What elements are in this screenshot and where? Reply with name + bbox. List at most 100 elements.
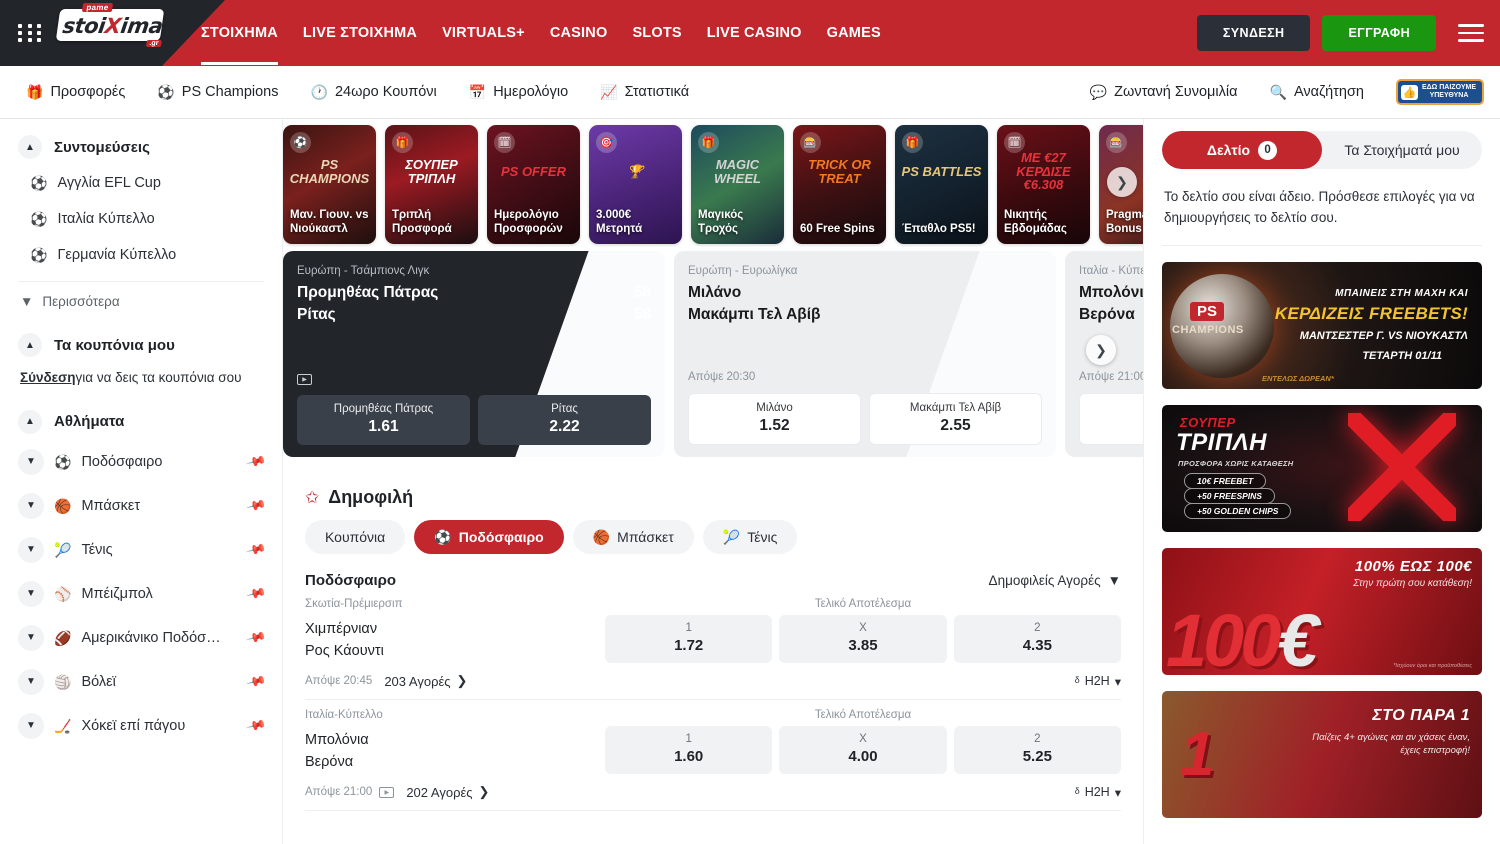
promo-card[interactable]: TRICK OR TREAT🎰60 Free Spins xyxy=(793,125,886,244)
subnav-item-calendar[interactable]: 📅 Ημερολόγιο xyxy=(469,84,568,100)
h2h-toggle[interactable]: ᵟH2H▾ xyxy=(1075,674,1121,689)
promo-card[interactable]: ΜΕ €27 ΚΕΡΔΙΣΕ €6.308🗓Νικητής Εβδομάδας xyxy=(997,125,1090,244)
promo-banner-welcome-bonus[interactable]: 100€ 100% ΕΩΣ 100€ Στην πρώτη σου κατάθε… xyxy=(1162,548,1482,675)
sidebar-item-football[interactable]: ▼ ⚽ Ποδόσφαιρο 📌 xyxy=(18,440,264,484)
nav-item-slots[interactable]: SLOTS xyxy=(632,25,681,41)
nav-item-live-casino[interactable]: LIVE CASINO xyxy=(707,25,802,41)
sidebar-item-american-football[interactable]: ▼ 🏈 Αμερικάνικο Ποδόσ… 📌 xyxy=(18,616,264,660)
pin-icon[interactable]: 📌 xyxy=(245,495,267,517)
pin-icon[interactable]: 📌 xyxy=(245,627,267,649)
pin-icon[interactable]: 📌 xyxy=(245,671,267,693)
markets-count-link[interactable]: 203 Αγορές❯ xyxy=(384,673,467,689)
pin-icon[interactable]: 📌 xyxy=(245,451,267,473)
sidebar-item-basketball[interactable]: ▼ 🏀 Μπάσκετ 📌 xyxy=(18,484,264,528)
promo-card[interactable]: PS CHAMPIONS⚽Μαν. Γιουν. vs Νιούκαστλ xyxy=(283,125,376,244)
match-row[interactable]: Ιταλία-ΚύπελλοΜπολόνιαΒερόναΤελικό Αποτέ… xyxy=(305,700,1121,811)
sidebar-item-ice-hockey[interactable]: ▼ 🏒 Χόκεϊ επί πάγου 📌 xyxy=(18,704,264,748)
chevron-down-icon[interactable]: ▼ xyxy=(18,713,44,739)
promo-type-icon: 🎯 xyxy=(596,132,617,153)
odd-button[interactable]: Μιλάνο1.52 xyxy=(688,393,861,445)
odd-button[interactable]: X4.00 xyxy=(779,726,946,774)
sidebar-item-volleyball[interactable]: ▼ 🏐 Βόλεϊ 📌 xyxy=(18,660,264,704)
pin-icon[interactable]: 📌 xyxy=(245,539,267,561)
sports-section-header[interactable]: ▲ Αθλήματα xyxy=(18,410,264,434)
site-logo[interactable]: pame stoiXima .gr xyxy=(58,9,166,57)
sidebar-item-baseball[interactable]: ▼ ⚾ Μπέιζμπολ 📌 xyxy=(18,572,264,616)
subnav-label-offers: Προσφορές xyxy=(50,84,125,100)
row-start-time: Απόψε 21:00 xyxy=(305,786,372,798)
promo-carousel[interactable]: PS CHAMPIONS⚽Μαν. Γιουν. vs ΝιούκαστλΣΟΥ… xyxy=(283,119,1143,247)
odd-button[interactable]: 11.72 xyxy=(605,615,772,663)
chevron-down-icon[interactable]: ▼ xyxy=(18,493,44,519)
promo-card[interactable]: PS BATTLES🎁Έπαθλο PS5! xyxy=(895,125,988,244)
odd-button[interactable]: X3.85 xyxy=(779,615,946,663)
nav-item-virtuals[interactable]: VIRTUALS+ xyxy=(442,25,525,41)
pin-icon[interactable]: 📌 xyxy=(245,583,267,605)
nav-item-games[interactable]: GAMES xyxy=(827,25,881,41)
coupons-login-link[interactable]: Σύνδεση xyxy=(20,370,76,385)
h2h-toggle[interactable]: ᵟH2H▾ xyxy=(1075,785,1121,800)
odd-button[interactable]: 24.35 xyxy=(954,615,1121,663)
live-chat-button[interactable]: 💬 Ζωντανή Συνομιλία xyxy=(1090,84,1238,100)
hamburger-menu-icon[interactable] xyxy=(1458,19,1484,47)
chevron-down-icon[interactable]: ▼ xyxy=(18,669,44,695)
subnav-item-24h-coupon[interactable]: 🕐 24ωρο Κουπόνι xyxy=(311,84,437,100)
chevron-down-icon[interactable]: ▼ xyxy=(18,625,44,651)
live-stream-icon[interactable]: ▶ xyxy=(297,374,312,385)
shortcuts-section-header[interactable]: ▲ Συντομεύσεις xyxy=(18,135,264,159)
register-button[interactable]: ΕΓΓΡΑΦΗ xyxy=(1322,15,1436,51)
odd-button[interactable]: Μακάμπι Τελ Αβίβ2.55 xyxy=(869,393,1042,445)
subnav-item-ps-champions[interactable]: ⚽ PS Champions xyxy=(157,84,278,100)
subnav-item-offers[interactable]: 🎁 Προσφορές xyxy=(26,84,125,100)
promo-banner-ps-champions[interactable]: PS CHAMPIONS ΜΠΑΙΝΕΙΣ ΣΤΗ ΜΑΧΗ ΚΑΙ ΚΕΡΔΙ… xyxy=(1162,262,1482,389)
nav-item-casino[interactable]: CASINO xyxy=(550,25,608,41)
odd-button[interactable]: Προμηθέας Πάτρας1.61 xyxy=(297,395,470,445)
odd-button[interactable]: 11.60 xyxy=(1079,393,1143,445)
promo-banner-super-triple[interactable]: ΣΟΥΠΕΡ ΤΡΙΠΛΗ ΠΡΟΣΦΟΡΑ ΧΩΡΙΣ ΚΑΤΑΘΕΣΗ 10… xyxy=(1162,405,1482,532)
chevron-down-icon[interactable]: ▼ xyxy=(18,581,44,607)
odd-button[interactable]: 11.60 xyxy=(605,726,772,774)
tab-betslip[interactable]: Δελτίο 0 xyxy=(1162,131,1322,169)
shortcut-item-germany-cup[interactable]: ⚽ Γερμανία Κύπελλο xyxy=(18,237,264,273)
apps-grid-icon[interactable] xyxy=(18,24,44,42)
markets-dropdown[interactable]: Δημοφιλείς Αγορές ▼ xyxy=(989,573,1121,588)
match-rows-list: Σκωτία-ΠρέμιερσιπΧιμπέρνιανΡος ΚάουντιΤε… xyxy=(283,589,1143,811)
match-meta: ▶ xyxy=(297,372,651,385)
responsible-gaming-badge[interactable]: 👍 ΕΔΩ ΠΑΙΖΟΥΜΕ ΥΠΕΥΘΥΝΑ xyxy=(1396,79,1484,105)
tab-my-bets[interactable]: Τα Στοιχήματά μου xyxy=(1322,131,1482,169)
odd-button[interactable]: Ρίτας2.22 xyxy=(478,395,651,445)
live-stream-icon[interactable]: ▶ xyxy=(379,787,394,798)
match-carousel-next-button[interactable]: ❯ xyxy=(1086,335,1116,365)
sidebar-item-tennis[interactable]: ▼ 🎾 Τένις 📌 xyxy=(18,528,264,572)
featured-match-card[interactable]: Ευρώπη - Τσάμπιονς ΛιγκΠρομηθέας Πάτρας5… xyxy=(283,251,665,457)
promo-card[interactable]: ΣΟΥΠΕΡ ΤΡΙΠΛΗ🎁Τριπλή Προσφορά xyxy=(385,125,478,244)
tab-basketball[interactable]: 🏀 Μπάσκετ xyxy=(573,520,694,554)
promo-card[interactable]: PS OFFER🗓Ημερολόγιο Προσφορών xyxy=(487,125,580,244)
search-button[interactable]: 🔍 Αναζήτηση xyxy=(1270,84,1364,100)
tab-football[interactable]: ⚽ Ποδόσφαιρο xyxy=(414,520,563,554)
featured-match-carousel[interactable]: Ευρώπη - Τσάμπιονς ΛιγκΠρομηθέας Πάτρας5… xyxy=(283,247,1143,457)
chevron-down-icon[interactable]: ▼ xyxy=(18,537,44,563)
match-row[interactable]: Σκωτία-ΠρέμιερσιπΧιμπέρνιανΡος ΚάουντιΤε… xyxy=(305,589,1121,700)
nav-item-live-betting[interactable]: LIVE ΣΤΟΙΧΗΜΑ xyxy=(303,25,417,41)
shortcut-item-italy-cup[interactable]: ⚽ Ιταλία Κύπελλο xyxy=(18,201,264,237)
match-team-row: Μπολόνια xyxy=(1079,284,1143,302)
login-button[interactable]: ΣΥΝΔΕΣΗ xyxy=(1197,15,1311,51)
nav-item-betting[interactable]: ΣΤΟΙΧΗΜΑ xyxy=(201,25,278,41)
odd-button[interactable]: 25.25 xyxy=(954,726,1121,774)
tab-tennis[interactable]: 🎾 Τένις xyxy=(703,520,798,554)
tab-coupons[interactable]: Κουπόνια xyxy=(305,520,405,554)
my-coupons-section-header[interactable]: ▲ Τα κουπόνια μου xyxy=(18,333,264,357)
shortcut-item-efl-cup[interactable]: ⚽ Αγγλία EFL Cup xyxy=(18,165,264,201)
chevron-down-icon[interactable]: ▼ xyxy=(18,449,44,475)
promo-card[interactable]: 🏆🎯3.000€ Μετρητά xyxy=(589,125,682,244)
markets-count-link[interactable]: 202 Αγορές❯ xyxy=(406,784,489,800)
promo-carousel-next-button[interactable]: ❯ xyxy=(1107,167,1137,197)
promo-card[interactable]: MAGIC WHEEL🎁Μαγικός Τροχός xyxy=(691,125,784,244)
featured-match-card[interactable]: Ευρώπη - ΕυρωλίγκαΜιλάνοΜακάμπι Τελ Αβίβ… xyxy=(674,251,1056,457)
subnav-item-statistics[interactable]: 📈 Στατιστικά xyxy=(600,84,689,100)
shortcuts-more-button[interactable]: ▼ Περισσότερα xyxy=(18,286,264,317)
promo-type-icon: 🗓 xyxy=(494,132,515,153)
pin-icon[interactable]: 📌 xyxy=(245,715,267,737)
promo-banner-sto-para-1[interactable]: 1 ΣΤΟ ΠΑΡΑ 1 Παίζεις 4+ αγώνες και αν χά… xyxy=(1162,691,1482,818)
